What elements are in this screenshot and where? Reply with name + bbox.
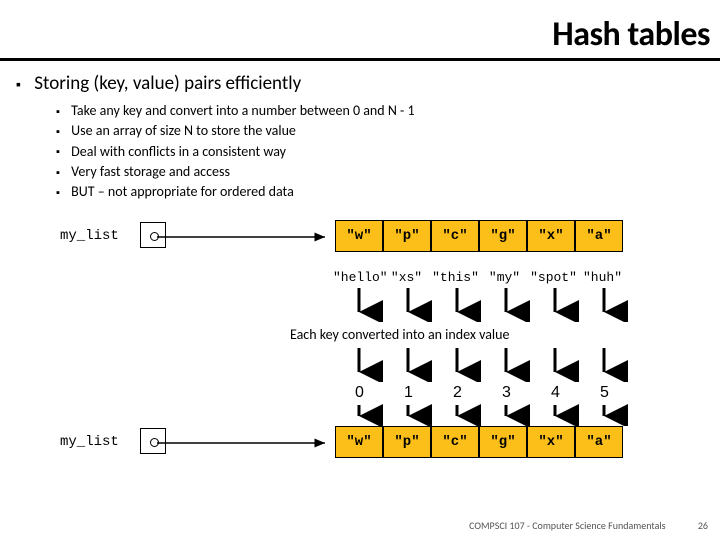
array-cell: "a" <box>575 426 623 458</box>
array-cell: "g" <box>479 220 527 252</box>
sub-bullet: ▪ Deal with conflicts in a consistent wa… <box>56 142 704 162</box>
var-label-top: my_list <box>60 228 119 244</box>
sub-bullet: ▪ Take any key and convert into a number… <box>56 101 704 121</box>
array-cell: "p" <box>383 426 431 458</box>
array-cell: "w" <box>335 220 383 252</box>
arrows-caption-to-index <box>335 346 635 382</box>
array-cell: "a" <box>575 220 623 252</box>
index-label: 4 <box>531 384 580 402</box>
pointer-arrow-top <box>157 230 332 244</box>
key-label: "hello" <box>333 270 382 285</box>
bullet-icon: ▪ <box>16 76 28 93</box>
array-cell: "x" <box>527 426 575 458</box>
index-label: 5 <box>580 384 629 402</box>
array-cell: "g" <box>479 426 527 458</box>
key-label: "xs" <box>382 270 431 285</box>
footer: COMPSCI 107 - Computer Science Fundament… <box>469 519 708 532</box>
arrows-keys-to-caption <box>335 286 635 322</box>
key-label: "huh" <box>578 270 627 285</box>
sub-bullet-text: Very fast storage and access <box>71 163 230 180</box>
bullet-icon: ▪ <box>56 185 66 201</box>
array-bottom: "w" "p" "c" "g" "x" "a" <box>335 426 623 458</box>
sub-bullet-text: Take any key and convert into a number b… <box>71 102 414 119</box>
array-cell: "p" <box>383 220 431 252</box>
hash-diagram: my_list "w" "p" "c" "g" "x" "a" "hello" … <box>60 220 680 470</box>
array-cell: "x" <box>527 220 575 252</box>
index-label: 0 <box>335 384 384 402</box>
var-label-bottom: my_list <box>60 434 119 450</box>
sub-bullet: ▪ BUT – not appropriate for ordered data <box>56 182 704 202</box>
index-label: 1 <box>384 384 433 402</box>
key-label: "this" <box>431 270 480 285</box>
body-content: ▪ Storing (key, value) pairs efficiently… <box>16 72 704 202</box>
sub-bullet-text: BUT – not appropriate for ordered data <box>71 183 294 200</box>
diagram-caption: Each key converted into an index value <box>290 326 509 343</box>
page-number: 26 <box>698 519 708 532</box>
array-cell: "w" <box>335 426 383 458</box>
array-top: "w" "p" "c" "g" "x" "a" <box>335 220 623 252</box>
sub-bullet-text: Deal with conflicts in a consistent way <box>71 143 286 160</box>
arrows-index-to-array <box>335 404 635 426</box>
bullet-icon: ▪ <box>56 124 66 140</box>
index-label: 3 <box>482 384 531 402</box>
key-label: "my" <box>480 270 529 285</box>
key-label: "spot" <box>529 270 578 285</box>
index-row: 0 1 2 3 4 5 <box>335 384 629 402</box>
footer-course: COMPSCI 107 - Computer Science Fundament… <box>469 519 665 532</box>
array-cell: "c" <box>431 220 479 252</box>
sub-bullet: ▪ Very fast storage and access <box>56 162 704 182</box>
sub-bullet-text: Use an array of size N to store the valu… <box>71 122 296 139</box>
bullet-icon: ▪ <box>56 104 66 120</box>
key-labels-row: "hello" "xs" "this" "my" "spot" "huh" <box>333 270 627 285</box>
title-divider <box>0 58 720 61</box>
bullet-icon: ▪ <box>56 165 66 181</box>
page-title: Hash tables <box>552 14 710 55</box>
sub-bullet: ▪ Use an array of size N to store the va… <box>56 121 704 141</box>
main-bullet-text: Storing (key, value) pairs efficiently <box>34 72 301 95</box>
main-bullet: ▪ Storing (key, value) pairs efficiently <box>16 72 704 95</box>
array-cell: "c" <box>431 426 479 458</box>
pointer-arrow-bottom <box>157 436 332 450</box>
bullet-icon: ▪ <box>56 144 66 160</box>
index-label: 2 <box>433 384 482 402</box>
